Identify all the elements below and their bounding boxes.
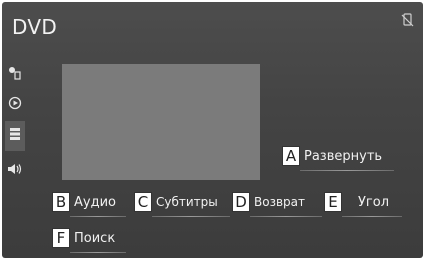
marker-a: A <box>282 146 300 166</box>
sidebar-item-play[interactable] <box>5 93 25 115</box>
return-button[interactable]: D Возврат <box>232 191 322 217</box>
expand-button[interactable]: A Развернуть <box>282 145 394 171</box>
angle-button[interactable]: E Угол <box>324 191 402 217</box>
button-underline <box>342 216 402 217</box>
dvd-screen: DVD A Развернуть B Аудио C Субтитры D Во… <box>2 2 423 258</box>
subtitles-button[interactable]: C Субтитры <box>134 191 230 217</box>
screen-title: DVD <box>12 15 58 39</box>
button-underline <box>250 216 322 217</box>
sidebar-item-menu[interactable] <box>5 121 25 151</box>
play-icon <box>8 95 22 114</box>
sidebar-item-source[interactable] <box>5 63 25 85</box>
expand-label: Развернуть <box>304 148 383 164</box>
button-underline <box>300 170 394 171</box>
marker-f: F <box>52 228 70 248</box>
marker-c: C <box>134 192 152 212</box>
marker-e: E <box>324 192 342 212</box>
video-display[interactable] <box>62 64 260 180</box>
button-underline <box>152 216 230 217</box>
marker-b: B <box>52 192 70 212</box>
sidebar-item-sound[interactable] <box>5 159 25 181</box>
return-label: Возврат <box>254 195 305 209</box>
search-label: Поиск <box>74 230 116 246</box>
audio-label: Аудио <box>74 194 116 210</box>
angle-label: Угол <box>358 194 390 210</box>
source-settings-icon <box>8 65 22 84</box>
button-underline <box>70 216 126 217</box>
speaker-volume-icon <box>7 161 23 180</box>
button-underline <box>70 252 126 253</box>
menu-list-icon <box>8 126 22 146</box>
audio-button[interactable]: B Аудио <box>52 191 126 217</box>
subtitles-label: Субтитры <box>156 195 218 209</box>
search-button[interactable]: F Поиск <box>52 227 126 253</box>
phone-disconnected-icon <box>401 12 415 27</box>
marker-d: D <box>232 192 250 212</box>
